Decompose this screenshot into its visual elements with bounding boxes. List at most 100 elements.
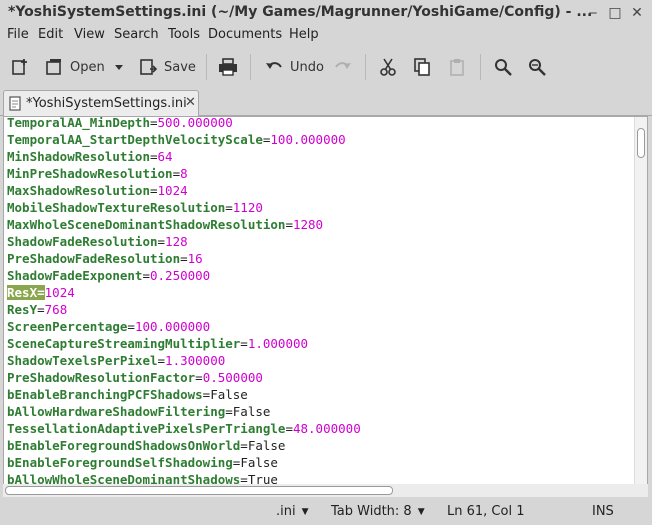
setting-key: bEnableBranchingPCFShadows — [7, 387, 203, 402]
minimize-button[interactable]: ‒ — [584, 4, 602, 22]
paste-button[interactable] — [447, 52, 467, 82]
close-window-button[interactable]: ✕ — [628, 4, 646, 22]
menu-edit[interactable]: Edit — [38, 27, 63, 42]
setting-value: 1024 — [44, 285, 75, 300]
setting-key: MaxShadowResolution — [7, 183, 150, 198]
copy-button[interactable] — [412, 52, 432, 82]
editor-line: ScreenPercentage=100.000000 — [7, 318, 635, 335]
editor-line: SceneCaptureStreamingMultiplier=1.000000 — [7, 335, 635, 352]
vertical-scrollbar[interactable] — [634, 117, 647, 485]
new-button[interactable] — [10, 52, 30, 82]
setting-value: 100.000000 — [134, 319, 211, 334]
equals-sign: = — [37, 285, 45, 300]
setting-value: 1024 — [157, 183, 188, 198]
setting-value: 1280 — [292, 217, 324, 232]
menu-help[interactable]: Help — [289, 27, 319, 42]
save-button[interactable]: Save — [138, 52, 196, 82]
vertical-scrollbar-thumb[interactable] — [637, 128, 645, 158]
toolbar-separator — [480, 54, 481, 80]
open-button[interactable]: Open — [44, 52, 105, 82]
setting-key: ShadowTexelsPerPixel — [7, 353, 158, 368]
find-replace-button[interactable] — [527, 52, 547, 82]
editor-line: ShadowFadeExponent=0.250000 — [7, 267, 635, 284]
setting-value: 500.000000 — [157, 116, 233, 130]
menu-file[interactable]: File — [7, 27, 29, 42]
cut-button[interactable] — [378, 52, 398, 82]
editor-line: MinShadowResolution=64 — [7, 148, 635, 165]
setting-value: 0.250000 — [150, 268, 211, 283]
print-button[interactable] — [217, 52, 239, 82]
setting-value: 128 — [165, 234, 188, 249]
open-recent-dropdown[interactable] — [113, 52, 125, 82]
cut-icon — [380, 58, 396, 76]
setting-key: MinPreShadowResolution — [7, 166, 173, 181]
editor-line: MaxShadowResolution=1024 — [7, 182, 635, 199]
horizontal-scrollbar-thumb[interactable] — [5, 486, 393, 495]
menu-documents[interactable]: Documents — [208, 27, 282, 42]
language-label: .ini — [276, 504, 296, 519]
menu-tools[interactable]: Tools — [168, 27, 200, 42]
editor-line: MaxWholeSceneDominantShadowResolution=12… — [7, 216, 635, 233]
find-button[interactable] — [493, 52, 513, 82]
maximize-button[interactable]: □ — [606, 4, 624, 22]
language-selector[interactable]: .ini ▼ — [276, 504, 309, 519]
setting-key: ShadowFadeResolution — [7, 234, 158, 249]
editor-line: TemporalAA_StartDepthVelocityScale=100.0… — [7, 131, 635, 148]
setting-value: 0.500000 — [202, 370, 263, 385]
equals-sign: = — [142, 268, 150, 283]
setting-key: bAllowHardwareShadowFiltering — [7, 404, 226, 419]
setting-key: SceneCaptureStreamingMultiplier — [7, 336, 241, 351]
undo-label: Undo — [290, 59, 324, 75]
text-editor[interactable]: TemporalAA_MinDepth=500.000000 TemporalAA… — [3, 116, 648, 486]
equals-sign: = — [172, 166, 181, 181]
selected-setting-key: ResX — [7, 285, 38, 300]
editor-line: MobileShadowTextureResolution=1120 — [7, 199, 635, 216]
equals-sign: = — [225, 404, 233, 419]
redo-button[interactable] — [333, 52, 353, 82]
setting-key: TessellationAdaptivePixelsPerTriangle — [7, 421, 286, 436]
window-title: *YoshiSystemSettings.ini (~/My Games/Mag… — [8, 4, 593, 20]
tab-width-label: Tab Width: 8 — [331, 504, 412, 519]
setting-key: TemporalAA_MinDepth — [7, 116, 150, 130]
editor-line: bEnableBranchingPCFShadows=False — [7, 386, 635, 403]
menu-view[interactable]: View — [74, 27, 105, 42]
undo-button[interactable]: Undo — [264, 52, 324, 82]
document-tab[interactable]: *YoshiSystemSettings.ini ✕ — [3, 90, 199, 117]
insert-mode-indicator: INS — [592, 504, 614, 519]
setting-value: 1120 — [232, 200, 263, 215]
find-replace-icon — [529, 59, 546, 76]
setting-key: PreShadowResolutionFactor — [7, 370, 196, 385]
setting-key: MobileShadowTextureResolution — [7, 200, 226, 215]
print-icon — [219, 58, 237, 76]
menu-search[interactable]: Search — [114, 27, 159, 42]
menu-bar: File Edit View Search Tools Documents He… — [0, 26, 652, 46]
setting-value: 768 — [44, 302, 68, 317]
chevron-down-icon: ▼ — [417, 507, 425, 517]
new-document-icon — [12, 59, 27, 75]
paste-icon — [450, 59, 464, 76]
editor-line: PreShadowResolutionFactor=0.500000 — [7, 369, 635, 386]
editor-line: ResY=768 — [7, 301, 635, 318]
editor-line: TemporalAA_MinDepth=500.000000 — [7, 116, 635, 131]
open-folder-icon — [46, 59, 61, 75]
horizontal-scrollbar[interactable] — [3, 484, 648, 497]
setting-key: PreShadowFadeResolution — [7, 251, 181, 266]
editor-line: MinPreShadowResolution=8 — [7, 165, 635, 182]
redo-icon — [335, 62, 351, 69]
setting-key: MinShadowResolution — [7, 149, 150, 164]
setting-key: bEnableForegroundShadowsOnWorld — [7, 438, 241, 453]
equals-sign: = — [285, 421, 293, 436]
tab-width-selector[interactable]: Tab Width: 8 ▼ — [331, 504, 425, 519]
setting-value: False — [210, 387, 248, 402]
setting-key: bEnableForegroundSelfShadowing — [7, 455, 233, 470]
text-file-icon — [9, 96, 21, 111]
setting-key: ScreenPercentage — [7, 319, 128, 334]
open-label: Open — [70, 59, 105, 75]
equals-sign: = — [240, 336, 248, 351]
close-tab-icon[interactable]: ✕ — [185, 95, 196, 110]
equals-sign: = — [150, 116, 158, 130]
editor-lines: TemporalAA_MinDepth=500.000000 TemporalAA… — [7, 116, 635, 485]
toolbar: Open Save Undo — [0, 48, 652, 86]
document-tab-bar: *YoshiSystemSettings.ini ✕ — [0, 88, 652, 117]
equals-sign: = — [157, 234, 166, 249]
